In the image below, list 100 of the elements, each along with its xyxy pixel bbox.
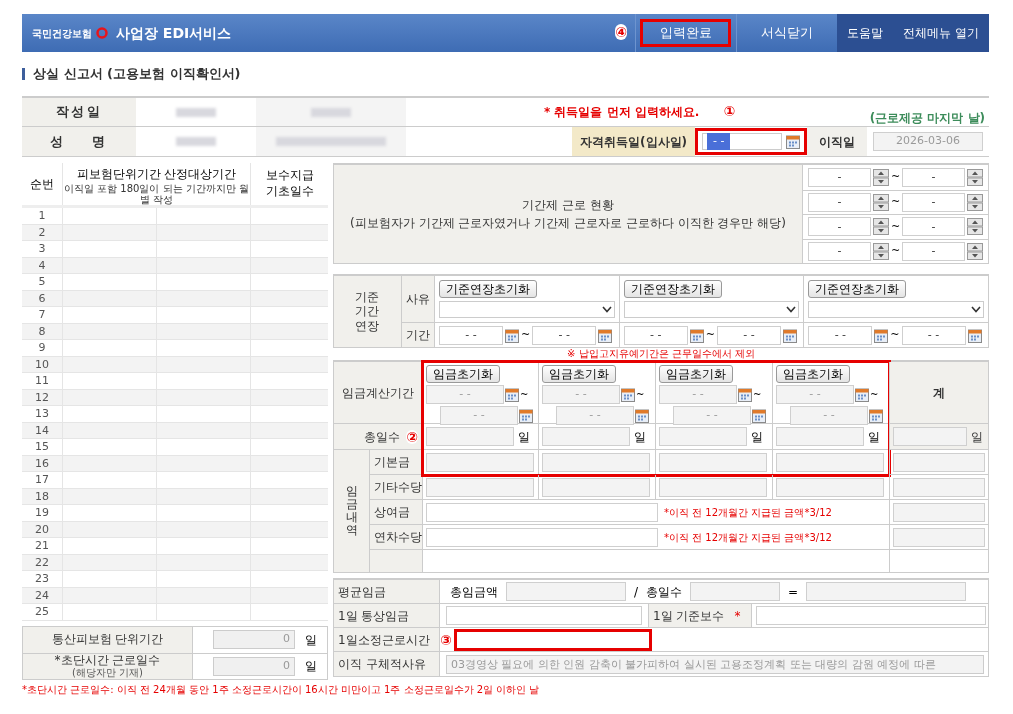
calendar-icon[interactable]	[689, 327, 704, 343]
date-input[interactable]: -	[902, 241, 965, 261]
column-header: 순번	[29, 176, 55, 193]
spinner-icon[interactable]	[872, 242, 889, 260]
reset-button[interactable]: 기준연장초기화	[623, 280, 722, 298]
input-field[interactable]	[542, 477, 650, 497]
date-input[interactable]: -	[808, 217, 871, 237]
reason-select[interactable]	[808, 301, 984, 318]
row-label: 사유	[402, 276, 435, 322]
row-label: 1일 통상임금	[334, 604, 440, 627]
reset-button[interactable]: 임금초기화	[426, 365, 500, 383]
input-field[interactable]	[893, 527, 985, 547]
input-field[interactable]	[426, 477, 534, 497]
hours-field[interactable]	[453, 628, 652, 651]
spinner-icon[interactable]	[872, 168, 889, 186]
calendar-icon[interactable]	[752, 408, 766, 423]
input-field[interactable]	[659, 427, 747, 446]
reset-button[interactable]: 기준연장초기화	[808, 280, 907, 298]
range-separator: ~	[636, 388, 645, 402]
input-field[interactable]	[659, 477, 767, 497]
row-label: 기타수당	[370, 475, 422, 500]
calendar-icon[interactable]	[782, 327, 797, 343]
reset-button[interactable]: 임금초기화	[776, 365, 850, 383]
row-number: 21	[34, 538, 50, 554]
calendar-icon[interactable]	[598, 327, 613, 343]
range-separator: ~	[705, 326, 715, 343]
input-field[interactable]	[756, 606, 986, 625]
column-header: 계	[890, 362, 988, 424]
input-field[interactable]	[542, 452, 650, 472]
input-field[interactable]	[806, 582, 967, 601]
column-note: 이직일 포함 180일이 되는 기간까지만 월별 작성	[63, 183, 250, 205]
reset-button[interactable]: 기준연장초기화	[439, 280, 537, 298]
input-field[interactable]	[446, 606, 642, 625]
reset-button[interactable]: 임금초기화	[542, 365, 616, 383]
calendar-icon[interactable]	[967, 327, 982, 343]
date-input[interactable]: -	[902, 192, 965, 212]
date-input[interactable]: - -	[532, 325, 597, 345]
footnote: *초단시간 근로일수: 이직 전 24개월 동안 1주 소정근로시간이 16시간 미만이고 1주 소정근로일수가 2일 이하인 날	[22, 682, 540, 697]
input-field[interactable]	[776, 452, 884, 472]
calendar-icon[interactable]	[505, 387, 519, 402]
row-number: 7	[37, 307, 47, 323]
spinner-icon[interactable]	[967, 168, 983, 186]
step-marker: ③	[440, 632, 452, 647]
blurred-value	[176, 107, 216, 117]
spinner-icon[interactable]	[967, 193, 983, 211]
input-field[interactable]	[690, 582, 781, 601]
spinner-icon[interactable]	[967, 242, 983, 260]
date-input[interactable]: - -	[901, 325, 966, 345]
input-field[interactable]	[893, 502, 985, 522]
row-label: 연차수당	[370, 525, 422, 550]
date-input[interactable]: - -	[623, 325, 688, 345]
date-input[interactable]: -	[808, 241, 871, 261]
date-input[interactable]: - -	[808, 325, 873, 345]
date-input[interactable]: -	[808, 192, 871, 212]
calendar-icon[interactable]	[635, 408, 649, 423]
service-name: 사업장 EDI서비스	[116, 23, 232, 43]
date-input[interactable]: -	[808, 167, 871, 187]
calendar-icon[interactable]	[738, 387, 752, 402]
calendar-icon[interactable]	[505, 327, 519, 343]
date-input[interactable]: - -	[716, 325, 781, 345]
input-field[interactable]	[542, 427, 630, 446]
input-field[interactable]	[893, 427, 967, 446]
row-label: 이직 구체적사유	[334, 652, 440, 676]
input-field[interactable]	[426, 427, 514, 446]
row-number: 10	[34, 356, 50, 372]
calendar-icon[interactable]	[519, 408, 533, 423]
range-separator: ~	[890, 169, 901, 185]
menu-button[interactable]: 도움말	[837, 14, 894, 52]
field-label: 이직일	[807, 127, 867, 156]
unit-label: 일	[634, 428, 646, 446]
menu-button[interactable]: 전체메뉴 열기	[893, 14, 989, 52]
date-input[interactable]: -	[902, 167, 965, 187]
row-number: 18	[34, 488, 50, 504]
input-field[interactable]	[426, 452, 534, 472]
date-input[interactable]: -	[902, 217, 965, 237]
reset-button[interactable]: 임금초기화	[659, 365, 733, 383]
input-field[interactable]	[893, 477, 985, 497]
field-label: 작성일	[22, 98, 136, 126]
input-field[interactable]	[426, 527, 658, 547]
input-field[interactable]	[659, 452, 767, 472]
reason-select[interactable]	[439, 301, 615, 318]
field-label: 1일 기준보수	[653, 607, 725, 625]
menu-button[interactable]: 입력완료	[635, 14, 737, 52]
calendar-icon[interactable]	[786, 134, 800, 149]
spinner-icon[interactable]	[967, 218, 983, 236]
calendar-icon[interactable]	[855, 387, 869, 402]
input-field[interactable]	[506, 582, 626, 601]
spinner-icon[interactable]	[872, 218, 889, 236]
input-field[interactable]	[893, 452, 985, 472]
date-input[interactable]: - -	[439, 325, 503, 345]
input-field[interactable]	[426, 502, 658, 522]
spinner-icon[interactable]	[872, 193, 889, 211]
row-label: 임금계산기간	[334, 362, 422, 424]
reason-select[interactable]	[623, 301, 800, 318]
calendar-icon[interactable]	[869, 408, 883, 423]
calendar-icon[interactable]	[874, 327, 889, 343]
calendar-icon[interactable]	[621, 387, 635, 402]
input-field[interactable]	[776, 477, 884, 497]
input-field[interactable]	[776, 427, 864, 446]
date-input[interactable]: - -	[702, 133, 782, 150]
